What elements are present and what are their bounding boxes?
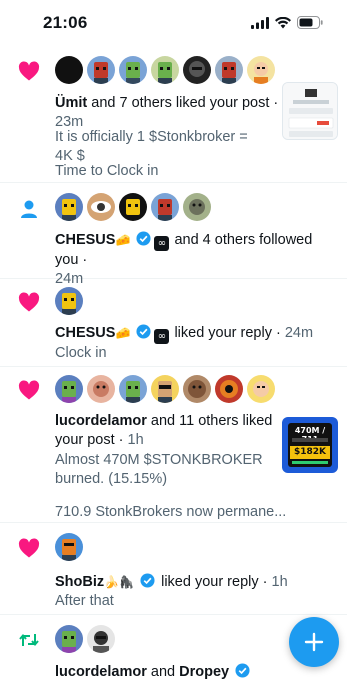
actor-emoji: 🍌🦍 — [104, 575, 135, 589]
verified-icon — [136, 231, 151, 246]
notification-text: CHESUS🧀 ∞ liked your reply · 24m Clock i… — [55, 324, 331, 363]
avatar[interactable] — [119, 193, 147, 221]
action-text: and — [150, 664, 176, 679]
infinity-icon: ∞ — [154, 236, 170, 251]
notification-item[interactable]: CHESUS🧀 ∞ liked your reply · 24m Clock i… — [0, 279, 347, 367]
status-time: 21:06 — [43, 13, 88, 32]
notification-item[interactable]: lucordelamor and 11 others liked your po… — [0, 367, 347, 523]
actor-name[interactable]: CHESUS — [55, 232, 115, 248]
post-preview: Clock in — [55, 345, 107, 361]
avatar[interactable] — [183, 56, 211, 84]
verified-icon — [140, 573, 155, 588]
signal-icon — [251, 16, 269, 29]
notification-item[interactable]: ShoBiz🍌🦍 liked your reply · 1h After tha… — [0, 523, 347, 615]
actor-name[interactable]: lucordelamor — [55, 664, 147, 679]
infinity-icon: ∞ — [154, 329, 170, 344]
wifi-icon — [275, 16, 291, 28]
post-extra-line: 710.9 StonkBrokers now permane... — [55, 504, 287, 520]
thumbnail-strip — [292, 461, 328, 464]
avatar[interactable] — [87, 375, 115, 403]
avatar[interactable] — [55, 533, 83, 561]
heart-icon — [17, 291, 41, 313]
avatar-row — [55, 193, 211, 221]
avatar[interactable] — [55, 193, 83, 221]
avatar-row — [55, 533, 83, 561]
notification-item[interactable]: CHESUS🧀 ∞ and 4 others followed you · 24… — [0, 183, 347, 287]
action-text: liked your reply · — [161, 574, 268, 590]
avatar-row — [55, 56, 275, 84]
status-icons — [251, 16, 323, 29]
notification-text: lucordelamor and 11 others liked your po… — [55, 412, 273, 450]
avatar[interactable] — [87, 193, 115, 221]
notifications-feed: Ümit and 7 others liked your post · 23m … — [0, 46, 347, 679]
thumbnail-mid-text: $182K — [290, 446, 330, 459]
timestamp: 24m — [284, 325, 314, 341]
battery-icon — [297, 16, 323, 29]
avatar[interactable] — [87, 625, 115, 653]
notification-text: lucordelamor and Dropey — [55, 663, 331, 679]
actor-emoji: 🧀 — [115, 326, 131, 340]
avatar[interactable] — [55, 625, 83, 653]
post-preview: It is officially 1 $Stonkbroker = 4K $ — [55, 129, 248, 164]
actor-name-2[interactable]: Dropey — [179, 664, 229, 679]
verified-icon — [235, 663, 250, 678]
notification-text: ShoBiz🍌🦍 liked your reply · 1h After tha… — [55, 573, 331, 611]
person-icon — [17, 198, 41, 220]
thumbnail-bar — [292, 438, 328, 442]
avatar[interactable] — [55, 287, 83, 315]
action-text: and 11 others liked — [150, 413, 273, 429]
heart-icon — [17, 60, 41, 82]
action-text: and 7 others liked your post · — [91, 95, 279, 111]
avatar[interactable] — [151, 56, 179, 84]
heart-icon — [17, 379, 41, 401]
post-preview: After that — [55, 593, 114, 609]
notification-item[interactable]: Ümit and 7 others liked your post · 23m … — [0, 46, 347, 183]
avatar[interactable] — [183, 375, 211, 403]
avatar[interactable] — [215, 56, 243, 84]
post-extra-line: Time to Clock in — [55, 163, 159, 179]
post-preview-line-1: Almost 470M $STONKBROKER — [55, 452, 263, 468]
avatar[interactable] — [119, 375, 147, 403]
avatar[interactable] — [247, 375, 275, 403]
post-preview-line-2: burned. (15.15%) — [55, 471, 168, 487]
avatar[interactable] — [55, 375, 83, 403]
avatar[interactable] — [183, 193, 211, 221]
post-preview: Almost 470M $STONKBROKER burned. (15.15%… — [55, 451, 273, 489]
post-thumbnail[interactable] — [282, 82, 338, 140]
avatar-row — [55, 625, 115, 653]
actor-name[interactable]: Ümit — [55, 95, 87, 111]
action-text: liked your reply · — [174, 325, 281, 341]
plus-icon — [304, 632, 324, 652]
actor-name[interactable]: ShoBiz — [55, 574, 104, 590]
timestamp: 1h — [271, 574, 288, 590]
avatar[interactable] — [215, 375, 243, 403]
retweet-icon — [17, 629, 41, 651]
actor-name[interactable]: CHESUS — [55, 325, 115, 341]
verified-icon — [136, 324, 151, 339]
avatar-row — [55, 375, 275, 403]
avatar[interactable] — [151, 375, 179, 403]
status-bar: 21:06 — [0, 0, 347, 46]
compose-button[interactable] — [289, 617, 339, 667]
avatar[interactable] — [247, 56, 275, 84]
avatar-row — [55, 287, 83, 315]
post-thumbnail[interactable]: 470M / 711 $182K — [282, 417, 338, 473]
actor-name[interactable]: lucordelamor — [55, 413, 147, 429]
actor-emoji: 🧀 — [115, 233, 131, 247]
avatar[interactable] — [151, 193, 179, 221]
avatar[interactable] — [55, 56, 83, 84]
heart-icon — [17, 537, 41, 559]
avatar[interactable] — [119, 56, 147, 84]
action-text-2: your post · — [55, 432, 124, 448]
avatar[interactable] — [87, 56, 115, 84]
timestamp: 1h — [127, 432, 144, 448]
